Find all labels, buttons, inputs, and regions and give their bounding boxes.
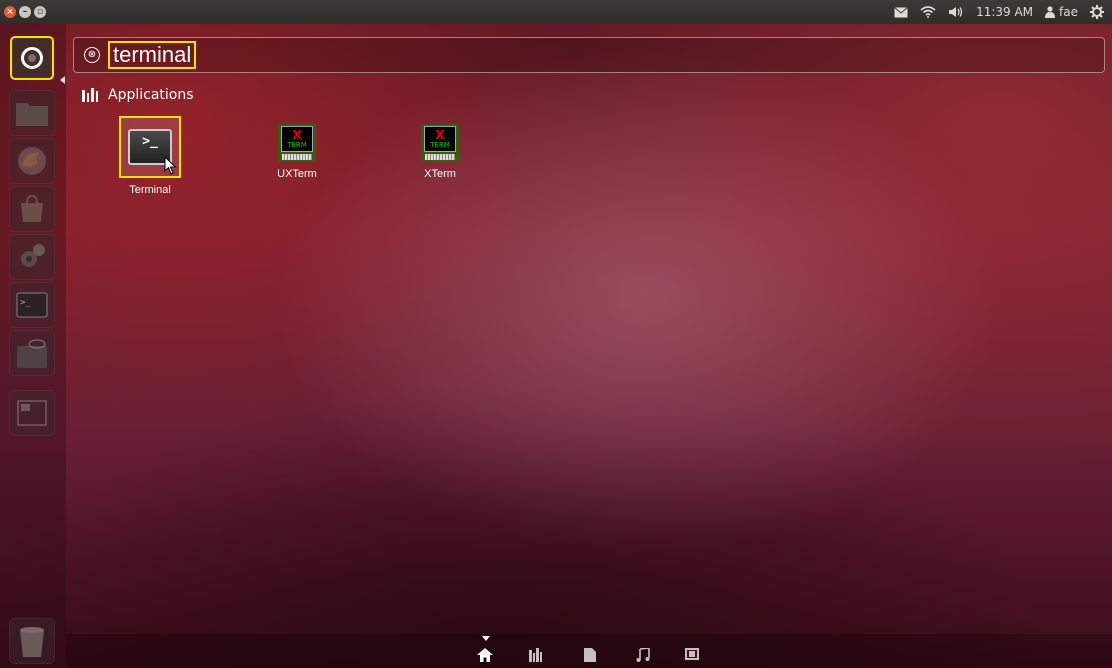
search-input[interactable]: terminal — [108, 41, 197, 69]
files-icon[interactable] — [584, 648, 596, 662]
wifi-icon[interactable] — [920, 6, 936, 18]
trash-icon — [20, 627, 44, 657]
indicator-area: 11:39 AM fae — [894, 5, 1104, 19]
launcher-terminal[interactable]: >_ — [9, 282, 55, 328]
mouse-cursor-icon — [164, 156, 177, 175]
shopping-bag-icon — [21, 194, 43, 222]
user-name: fae — [1059, 5, 1078, 19]
launcher-software-center[interactable] — [9, 186, 55, 232]
applications-icon[interactable] — [529, 648, 543, 662]
terminal-icon: >_ — [16, 292, 48, 318]
workspace-switcher-icon — [17, 400, 47, 426]
clear-search-icon[interactable]: ⊗ — [84, 47, 100, 63]
category-label: Applications — [108, 87, 194, 103]
settings-gears-icon — [21, 244, 45, 267]
home-icon[interactable] — [477, 648, 493, 662]
result-label: Terminal — [129, 184, 171, 196]
launcher: >_ — [0, 24, 66, 668]
ubuntu-logo-icon — [21, 47, 43, 69]
launcher-usb-drive[interactable] — [9, 330, 55, 376]
launcher-trash[interactable] — [9, 618, 55, 664]
dash-home-button[interactable] — [10, 36, 54, 80]
user-icon — [1045, 6, 1056, 18]
close-icon[interactable]: × — [4, 6, 16, 18]
xterm-icon: X TERM — [278, 124, 316, 162]
launcher-workspace-switcher[interactable] — [9, 390, 55, 436]
active-lens-pip — [482, 636, 490, 641]
gear-power-icon[interactable] — [1090, 5, 1104, 19]
result-xterm[interactable]: X TERM XTerm — [400, 116, 480, 180]
minimize-icon[interactable]: – — [19, 6, 31, 18]
envelope-icon[interactable] — [894, 6, 908, 18]
user-menu[interactable]: fae — [1045, 5, 1078, 19]
video-icon[interactable] — [685, 648, 699, 660]
result-uxterm[interactable]: X TERM UXTerm — [257, 116, 337, 180]
usb-drive-icon — [17, 339, 47, 368]
xterm-icon: X TERM — [421, 124, 459, 162]
top-panel: × – ▫ 11:39 AM fae — [0, 0, 1112, 24]
result-label: XTerm — [424, 168, 456, 180]
folder-icon — [16, 103, 48, 126]
launcher-files[interactable] — [9, 90, 55, 136]
dash-search-box[interactable]: ⊗ terminal — [73, 37, 1105, 73]
speaker-icon[interactable] — [948, 6, 964, 18]
window-buttons: × – ▫ — [4, 6, 46, 18]
launcher-system-settings[interactable] — [9, 234, 55, 280]
launcher-active-pip — [60, 76, 65, 84]
result-terminal[interactable]: >_ Terminal — [110, 116, 190, 196]
maximize-icon[interactable]: ▫ — [34, 6, 46, 18]
clock[interactable]: 11:39 AM — [976, 5, 1033, 19]
svg-text:>_: >_ — [20, 298, 31, 308]
result-label: UXTerm — [277, 168, 317, 180]
launcher-firefox[interactable] — [9, 138, 55, 184]
firefox-icon — [18, 147, 46, 175]
music-icon[interactable] — [636, 648, 650, 662]
category-header-applications[interactable]: Applications — [82, 87, 194, 103]
applications-icon — [82, 88, 98, 102]
